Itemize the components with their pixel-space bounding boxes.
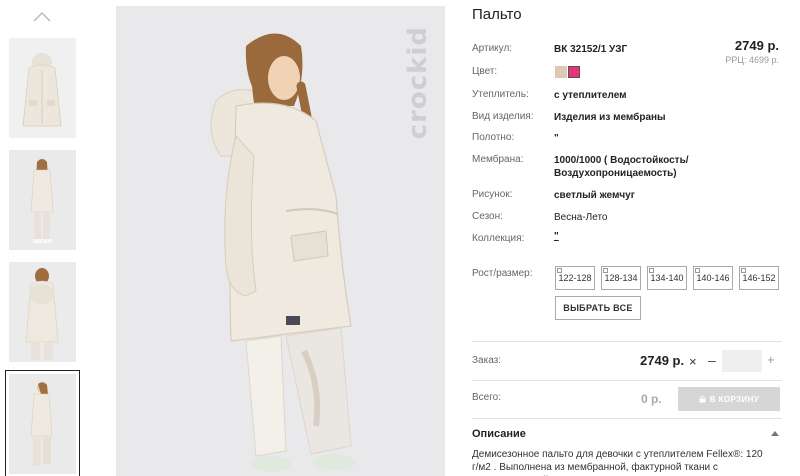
thumbnail-full[interactable]: [9, 150, 76, 250]
girl-in-coat-illustration: [116, 6, 445, 476]
qty-decrease-button[interactable]: –: [708, 352, 716, 368]
color-swatch-pink[interactable]: [568, 66, 580, 78]
size-option-122-128[interactable]: 122-128: [555, 266, 595, 290]
collection-value[interactable]: ": [554, 230, 559, 243]
checkbox-icon: [695, 268, 700, 273]
qty-increase-button[interactable]: +: [767, 352, 775, 367]
multiply-sign: ×: [689, 354, 697, 369]
size-option-134-140[interactable]: 134-140: [647, 266, 687, 290]
total-value: 0 р.: [641, 392, 662, 406]
print-label: Рисунок:: [472, 189, 513, 200]
checkbox-icon: [649, 268, 654, 273]
collection-label: Коллекция:: [472, 233, 525, 244]
coat-front-image: [9, 38, 76, 138]
order-label: Заказ:: [472, 355, 502, 366]
girl-full-image: [9, 150, 76, 250]
membrane-value-line2: Воздухопроницаемость): [554, 168, 677, 179]
season-label: Сезон:: [472, 211, 503, 222]
article-label: Артикул:: [472, 43, 513, 54]
checkbox-icon: [741, 268, 746, 273]
product-title: Пальто: [472, 6, 522, 23]
add-to-cart-button[interactable]: В КОРЗИНУ: [678, 387, 780, 411]
main-product-photo: crockid: [116, 6, 445, 476]
divider: [472, 380, 782, 381]
collapse-caret-icon[interactable]: [771, 431, 779, 436]
select-all-button[interactable]: ВЫБРАТЬ ВСЕ: [555, 296, 641, 320]
lock-icon: [699, 395, 706, 403]
description-heading: Описание: [472, 428, 526, 440]
insulation-value: с утеплителем: [554, 90, 627, 101]
size-option-146-152[interactable]: 146-152: [739, 266, 779, 290]
checkbox-icon: [557, 268, 562, 273]
brand-watermark: crockid: [403, 26, 433, 140]
season-value: Весна-Лето: [554, 212, 608, 223]
order-price: 2749 р.: [640, 353, 685, 368]
girl-back-image: [9, 262, 76, 362]
product-price: 2749 р.: [734, 38, 779, 53]
rrc-price: РРЦ: 4699 р.: [725, 55, 779, 65]
membrane-label: Мембрана:: [472, 154, 524, 165]
divider: [472, 418, 782, 419]
thumbnail-side[interactable]: [5, 370, 80, 476]
divider: [472, 341, 782, 342]
type-value: Изделия из мембраны: [554, 112, 666, 123]
checkbox-icon: [603, 268, 608, 273]
description-text: Демисезонное пальто для девочки с утепли…: [472, 449, 763, 476]
thumbnail-gallery: [0, 0, 90, 476]
girl-side-image: [9, 374, 76, 474]
type-label: Вид изделия:: [472, 111, 534, 122]
size-option-140-146[interactable]: 140-146: [693, 266, 733, 290]
fabric-label: Полотно:: [472, 132, 515, 143]
size-option-128-134[interactable]: 128-134: [601, 266, 641, 290]
thumbnail-back[interactable]: [9, 262, 76, 362]
article-value: ВК 32152/1 УЗГ: [554, 44, 628, 55]
size-label: Рост/размер:: [472, 268, 533, 279]
quantity-input[interactable]: [722, 350, 762, 372]
print-value: светлый жемчуг: [554, 190, 635, 201]
membrane-value-line1: 1000/1000 ( Водостойкость/: [554, 155, 689, 166]
thumbnail-front[interactable]: [9, 38, 76, 138]
insulation-label: Утеплитель:: [472, 89, 529, 100]
color-label: Цвет:: [472, 66, 498, 77]
chevron-up-icon[interactable]: [31, 10, 53, 24]
fabric-value: ": [554, 133, 559, 144]
product-details: Пальто Артикул: ВК 32152/1 УЗГ 2749 р. Р…: [472, 0, 782, 476]
color-swatch-beige[interactable]: [555, 66, 567, 78]
total-label: Всего:: [472, 392, 501, 403]
